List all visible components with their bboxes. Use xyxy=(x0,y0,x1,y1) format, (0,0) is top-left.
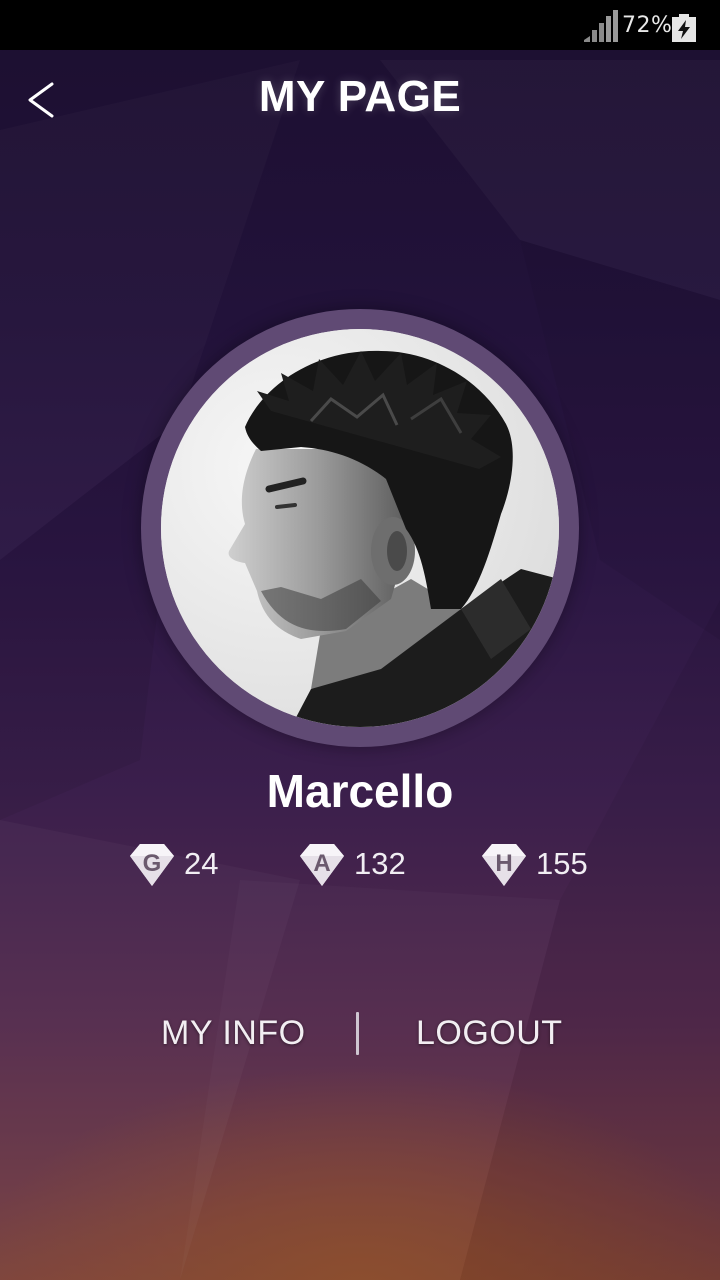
battery-charging-icon xyxy=(672,14,696,42)
gem-letter: A xyxy=(313,850,330,877)
gem-letter: G xyxy=(143,850,162,877)
stat-value: 24 xyxy=(184,846,219,881)
page-title: MY PAGE xyxy=(258,72,462,121)
avatar-frame[interactable] xyxy=(141,309,579,747)
cellular-signal-icon xyxy=(584,10,618,42)
status-bar: 72% xyxy=(0,0,720,50)
battery-percent: 72% xyxy=(622,13,673,38)
stat-value: 155 xyxy=(536,846,588,881)
profile-photo xyxy=(161,329,559,727)
avatar xyxy=(161,329,559,727)
gem-a-icon: A xyxy=(300,844,344,886)
user-name: Marcello xyxy=(266,765,454,817)
menu-divider xyxy=(356,1012,359,1055)
my-info-button[interactable]: MY INFO xyxy=(161,1008,306,1058)
gem-h-icon: H xyxy=(482,844,526,886)
gem-g-icon: G xyxy=(130,844,174,886)
gem-letter: H xyxy=(495,850,512,877)
logout-button[interactable]: LOGOUT xyxy=(416,1008,563,1058)
stat-value: 132 xyxy=(354,846,406,881)
